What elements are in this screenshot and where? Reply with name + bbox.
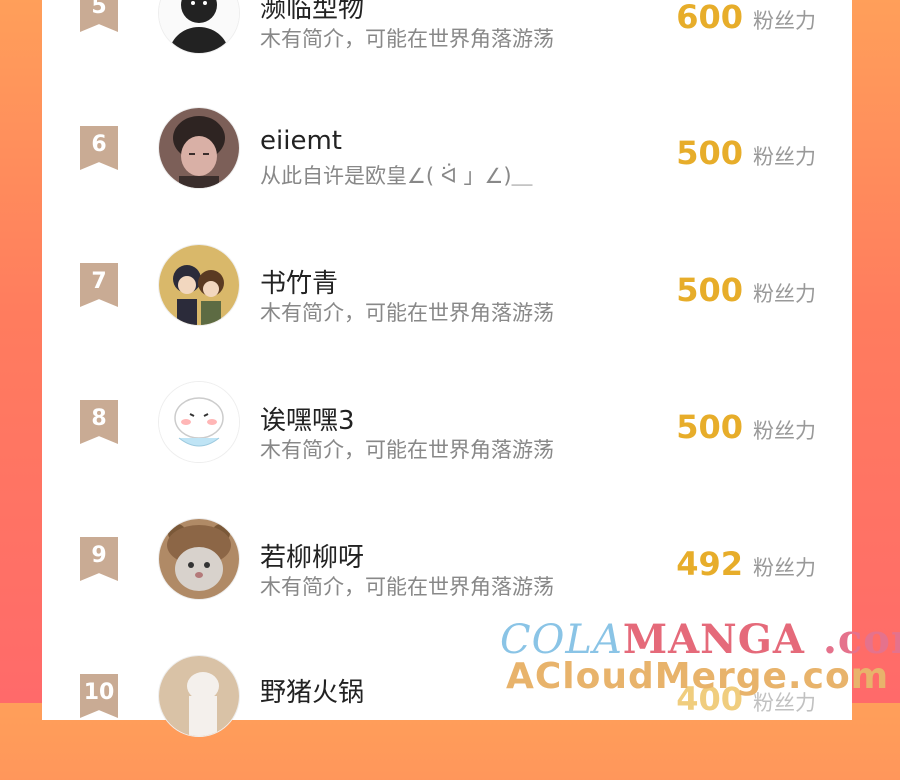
watermark-line-2: ACloudMerge.com — [506, 656, 889, 697]
user-name[interactable]: 濒临型物 — [260, 0, 364, 25]
avatar[interactable] — [158, 107, 240, 189]
avatar[interactable] — [158, 381, 240, 463]
fan-power: 500 粉丝力 — [676, 271, 816, 309]
user-bio: 木有简介，可能在世界角落游荡 — [260, 301, 554, 325]
rank-badge: 6 — [80, 126, 118, 170]
fan-power-label: 粉丝力 — [753, 282, 816, 306]
avatar[interactable] — [158, 655, 240, 737]
fan-power: 500 粉丝力 — [676, 408, 816, 446]
fan-power-value: 492 — [676, 545, 743, 583]
rank-badge: 7 — [80, 263, 118, 307]
fan-power: 600 粉丝力 — [676, 0, 816, 36]
fan-power-value: 500 — [676, 134, 743, 172]
user-name[interactable]: eiiemt — [260, 126, 342, 156]
fan-power-label: 粉丝力 — [753, 419, 816, 443]
fan-power-label: 粉丝力 — [753, 145, 816, 169]
leaderboard-card: 5 濒临型物 木有简介，可能在世界角落游荡 600 粉丝力 6 eiiemt 从… — [42, 0, 852, 737]
fan-power-value: 500 — [676, 408, 743, 446]
fan-power-label: 粉丝力 — [753, 556, 816, 580]
fan-power: 500 粉丝力 — [676, 134, 816, 172]
list-item[interactable]: 8 诶嘿嘿3 木有简介，可能在世界角落游荡 500 粉丝力 — [42, 370, 852, 506]
user-bio: 木有简介，可能在世界角落游荡 — [260, 27, 554, 51]
list-item[interactable]: 6 eiiemt 从此自许是欧皇∠( ᐛ 」∠)＿ 500 粉丝力 — [42, 96, 852, 232]
list-item[interactable]: 5 濒临型物 木有简介，可能在世界角落游荡 600 粉丝力 — [42, 0, 852, 96]
fan-power: 492 粉丝力 — [676, 545, 816, 583]
user-name[interactable]: 诶嘿嘿3 — [260, 400, 355, 437]
rank-badge: 8 — [80, 400, 118, 444]
user-name[interactable]: 野猪火锅 — [260, 672, 364, 709]
user-name[interactable]: 书竹青 — [260, 263, 338, 300]
user-name[interactable]: 若柳柳呀 — [260, 537, 364, 574]
user-bio: 木有简介，可能在世界角落游荡 — [260, 438, 554, 462]
user-bio: 木有简介，可能在世界角落游荡 — [260, 575, 554, 599]
avatar[interactable] — [158, 0, 240, 54]
avatar[interactable] — [158, 518, 240, 600]
fan-power-label: 粉丝力 — [753, 9, 816, 33]
fan-power-value: 500 — [676, 271, 743, 309]
watermark-acloudmerge: ACloudMerge.com — [506, 656, 890, 697]
rank-badge: 5 — [80, 0, 118, 32]
fan-power-value: 600 — [676, 0, 743, 36]
avatar[interactable] — [158, 244, 240, 326]
rank-badge: 10 — [80, 674, 118, 718]
user-bio: 从此自许是欧皇∠( ᐛ 」∠)＿ — [260, 164, 533, 188]
rank-badge: 9 — [80, 537, 118, 581]
list-item[interactable]: 7 书竹青 木有简介，可能在世界角落游荡 500 粉丝力 — [42, 233, 852, 369]
